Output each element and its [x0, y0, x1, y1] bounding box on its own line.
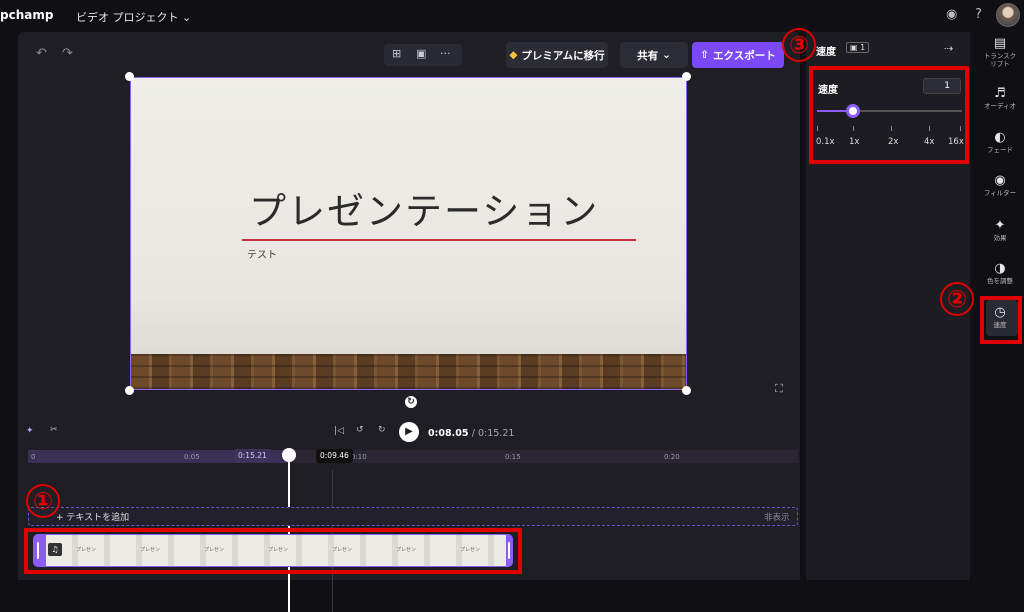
clip-count-badge: ▣ 1	[846, 42, 870, 53]
tick-label: 0:05	[184, 453, 200, 461]
crop-icon[interactable]: ⊞	[392, 47, 401, 60]
share-users-icon[interactable]: ◉	[946, 7, 957, 22]
tick-label: 0:20	[664, 453, 680, 461]
editor-area: ↶ ↷ ⊞ ▣ ··· ◆ プレミアムに移行 共有 ⌄ ⇧ エクスポート プレゼ…	[18, 32, 800, 612]
color-adjust-icon: ◑	[994, 261, 1006, 276]
audio-icon: ♬	[994, 86, 1006, 101]
text-track[interactable]	[28, 507, 798, 526]
scissors-icon[interactable]: ✂	[50, 425, 58, 435]
total-time: / 0:15.21	[471, 428, 515, 439]
add-text-button[interactable]: + テキストを追加	[56, 510, 129, 523]
rail-item-transcript[interactable]: ▤ トランスク リプト	[978, 36, 1022, 68]
fit-icon[interactable]: ▣	[416, 47, 426, 60]
fullscreen-icon[interactable]: ⛶	[775, 382, 783, 396]
premium-button[interactable]: ◆ プレミアムに移行	[506, 42, 608, 68]
filter-icon: ◉	[994, 173, 1006, 188]
left-strip	[0, 32, 18, 580]
current-time: 0:08.05	[428, 428, 469, 439]
wood-floor-shade	[131, 354, 686, 389]
resize-handle-bl[interactable]	[125, 386, 134, 395]
project-name-dropdown[interactable]: ビデオ プロジェクト ⌄	[76, 9, 191, 25]
rewind-5-icon[interactable]: ↺	[356, 425, 364, 435]
slide-title: プレゼンテーション	[249, 190, 600, 233]
resize-handle-tr[interactable]	[682, 72, 691, 81]
annotation-number-2: ②	[940, 282, 974, 316]
rail-label: 色を調整	[987, 277, 1013, 285]
hide-track-button[interactable]: 非表示	[764, 511, 790, 523]
resize-handle-br[interactable]	[682, 386, 691, 395]
slide-subtitle: テスト	[247, 250, 277, 261]
tick-label: 0:15	[505, 453, 521, 461]
canvas-tools: ⊞ ▣ ···	[384, 44, 462, 66]
play-button[interactable]: ▶	[399, 422, 419, 442]
rail-item-fade[interactable]: ◐ フェード	[978, 130, 1022, 154]
redo-icon[interactable]: ↷	[62, 46, 73, 61]
upload-icon: ⇧	[700, 49, 710, 61]
rail-item-audio[interactable]: ♬ オーディオ	[978, 86, 1022, 110]
preview-canvas[interactable]: プレゼンテーション テスト	[130, 77, 687, 390]
magic-icon[interactable]: ✦	[26, 426, 34, 436]
annotation-number-3: ③	[782, 28, 816, 62]
undo-icon[interactable]: ↶	[36, 46, 47, 61]
effects-icon: ✦	[994, 218, 1006, 233]
app-logo[interactable]: pchamp	[0, 8, 53, 22]
skip-start-icon[interactable]: |◁	[334, 426, 344, 436]
highlight-box-speed-panel	[809, 66, 969, 164]
playhead-knob[interactable]	[282, 448, 296, 462]
rail-label: フェード	[987, 146, 1013, 154]
fade-icon: ◐	[994, 130, 1006, 145]
chevron-down-icon: ⌄	[662, 49, 671, 61]
share-button[interactable]: 共有 ⌄	[620, 42, 688, 68]
tick-label: 0	[31, 453, 36, 461]
forward-5-icon[interactable]: ↻	[378, 425, 386, 435]
rail-item-color[interactable]: ◑ 色を調整	[978, 261, 1022, 285]
resize-handle-tl[interactable]	[125, 72, 134, 81]
rail-item-filter[interactable]: ◉ フィルター	[978, 173, 1022, 197]
transcript-icon: ▤	[993, 36, 1007, 51]
rail-label: トランスク リプト	[983, 52, 1017, 68]
more-options-icon[interactable]: ···	[440, 47, 451, 60]
export-label: エクスポート	[713, 49, 776, 62]
rotate-handle-icon[interactable]: ↻	[405, 396, 417, 408]
export-button[interactable]: ⇧ エクスポート	[692, 42, 784, 68]
highlight-box-speed-tool	[980, 296, 1022, 344]
diamond-icon: ◆	[509, 49, 518, 61]
avatar[interactable]	[996, 3, 1020, 27]
tick-label: 0:10	[351, 453, 367, 461]
premium-label: プレミアムに移行	[521, 49, 605, 62]
annotation-number-1: ①	[26, 484, 60, 518]
rail-item-effects[interactable]: ✦ 効果	[978, 218, 1022, 242]
clip-end-badge: 0:15.21	[234, 449, 271, 463]
collapse-panel-icon[interactable]: ⇢	[944, 42, 953, 55]
share-label: 共有	[637, 49, 659, 62]
time-display: 0:08.05 / 0:15.21	[428, 428, 514, 439]
rail-label: 効果	[993, 234, 1007, 242]
playhead-time-badge: 0:09.46	[316, 449, 353, 463]
slide-divider	[242, 239, 636, 241]
rail-label: フィルター	[983, 189, 1017, 197]
panel-title: 速度	[816, 47, 836, 58]
help-icon[interactable]: ?	[975, 7, 982, 22]
highlight-box-clip	[24, 528, 522, 574]
rail-label: オーディオ	[983, 102, 1017, 110]
